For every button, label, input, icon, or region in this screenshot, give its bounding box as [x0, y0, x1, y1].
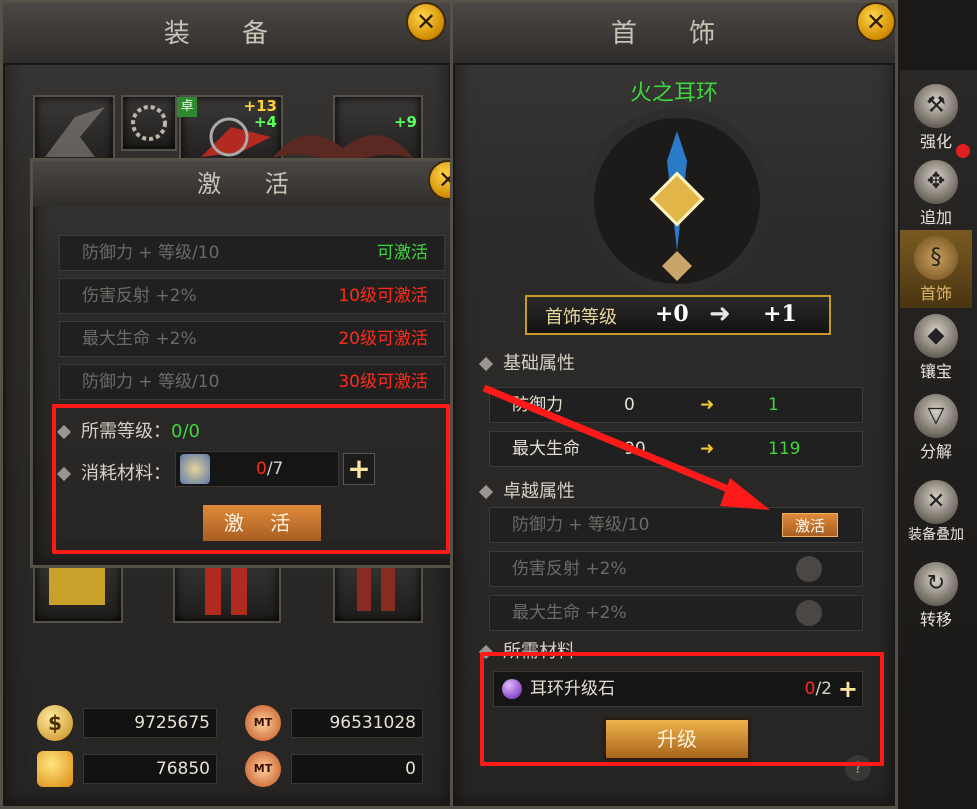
gold-coin-icon: $	[37, 705, 73, 741]
activate-row: 最大生命 +2% 20级可激活	[59, 321, 445, 357]
excellent-stat-row: 最大生命 +2%	[489, 595, 863, 631]
row-status: 30级可激活	[338, 372, 428, 392]
material-slot[interactable]: 0/7	[175, 451, 339, 487]
stat-name: 最大生命 +2%	[512, 603, 627, 623]
help-button[interactable]: ?	[845, 755, 871, 781]
add-material-button[interactable]: +	[343, 453, 375, 485]
gem-inlay-icon: ◆	[914, 314, 958, 358]
row-status: 10级可激活	[338, 286, 428, 306]
material-section: 所需材料	[478, 637, 575, 663]
material-icon	[180, 454, 210, 484]
required-level-label: 所需等级：	[81, 421, 171, 442]
addition-icon: ✥	[914, 160, 958, 204]
side-tab-transfer[interactable]: ↻ 转移	[900, 556, 972, 634]
activate-row: 防御力 + 等级/10 30级可激活	[59, 364, 445, 400]
side-tab-addition[interactable]: ✥ 追加	[900, 154, 972, 232]
gold-amount: 9725675	[83, 708, 217, 738]
side-tab-stack[interactable]: ✕ 装备叠加	[900, 474, 972, 552]
upgrade-material-slot[interactable]: 耳环升级石 0/2 +	[493, 671, 863, 707]
lock-icon	[796, 556, 822, 582]
hammer-icon: ⚒	[914, 84, 958, 128]
row-status: 20级可激活	[338, 329, 428, 349]
side-tab-bar: ⚒ 强化 ✥ 追加 § 首饰 ◆ 镶宝 ▽ 分解 ✕ 装备叠加 ↻ 转移	[900, 70, 977, 720]
bullet-icon	[56, 424, 72, 440]
red-arrow-annotation	[482, 384, 770, 510]
activate-button[interactable]: 激 活	[203, 505, 321, 541]
row-status: 可激活	[377, 243, 428, 263]
material-count: 0/7	[256, 459, 284, 479]
excellent-stat-row: 伤害反射 +2%	[489, 551, 863, 587]
mt-amount: 96531028	[291, 708, 423, 738]
purple-gem-icon	[502, 679, 522, 699]
equipment-close-button[interactable]: ✕	[406, 2, 446, 42]
bullet-icon	[56, 466, 72, 482]
level-to: +1	[763, 301, 797, 327]
row-label: 伤害反射 +2%	[82, 286, 197, 306]
diamond-amount: 76850	[83, 754, 217, 784]
level-label: 首饰等级	[545, 307, 617, 328]
side-tab-inlay[interactable]: ◆ 镶宝	[900, 308, 972, 386]
earring-emblem-icon	[584, 108, 770, 294]
row-label: 防御力 + 等级/10	[82, 372, 220, 392]
excellent-badge: 卓	[177, 97, 197, 117]
equip-slot-necklace[interactable]	[121, 95, 177, 151]
level-from: +0	[655, 301, 689, 327]
side-tab-decompose[interactable]: ▽ 分解	[900, 388, 972, 466]
equipment-title: 装 备	[3, 3, 451, 65]
mt-coin-icon: MT	[245, 705, 281, 741]
add-upgrade-material-button[interactable]: +	[838, 672, 858, 706]
required-level: 所需等级：0/0	[56, 417, 200, 443]
activate-row: 防御力 + 等级/10 可激活	[59, 235, 445, 271]
upgrade-button[interactable]: 升级	[603, 717, 751, 761]
accessory-close-button[interactable]: ✕	[856, 2, 896, 42]
row-label: 防御力 + 等级/10	[82, 243, 220, 263]
transfer-icon: ↻	[914, 562, 958, 606]
material-label-row: 消耗材料：	[56, 459, 171, 485]
activate-title: 激 活	[33, 161, 471, 207]
lock-icon	[796, 600, 822, 626]
row-label: 最大生命 +2%	[82, 329, 197, 349]
stat-name: 伤害反射 +2%	[512, 559, 627, 579]
required-level-value: 0/0	[171, 421, 200, 442]
activate-dialog: 激 活 防御力 + 等级/10 可激活 伤害反射 +2% 10级可激活 最大生命…	[30, 158, 474, 568]
necklace-icon	[131, 105, 167, 141]
side-tab-accessory[interactable]: § 首饰	[900, 230, 972, 308]
upgrade-material-count: 0/2	[804, 679, 832, 699]
decompose-icon: ▽	[914, 394, 958, 438]
accessory-title: 首 饰	[453, 3, 895, 65]
mt-bound-coin-icon: MT	[245, 751, 281, 787]
level-bar: 首饰等级 +0 ➜ +1	[525, 295, 831, 335]
activate-row: 伤害反射 +2% 10级可激活	[59, 278, 445, 314]
arrow-icon: ➜	[709, 299, 731, 329]
bullet-icon	[478, 644, 494, 660]
material-label: 消耗材料：	[81, 463, 171, 484]
stack-icon: ✕	[914, 480, 958, 524]
accessory-icon: §	[914, 236, 958, 280]
diamond-icon	[37, 751, 73, 787]
mt-bound-amount: 0	[291, 754, 423, 784]
upgrade-material-name: 耳环升级石	[530, 679, 615, 699]
